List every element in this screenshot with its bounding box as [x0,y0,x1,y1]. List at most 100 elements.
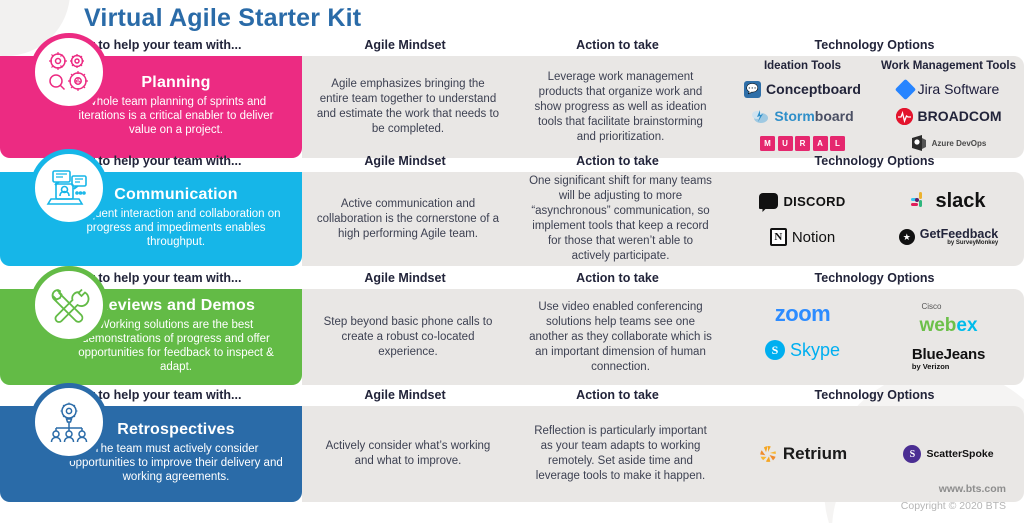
action-to-take-text: Leverage work management products that o… [534,70,707,143]
tools-wrench-screwdriver-icon [46,283,92,327]
footer-url[interactable]: www.bts.com [939,483,1006,495]
logo-label: slack [935,189,986,212]
topic-badge-planning [30,33,108,111]
mural-letter: M [760,135,775,151]
idea-team-icon [46,400,92,444]
tech-group-collab: slack ★ GetFeedback by SurveyMonkey [879,190,1019,248]
gears-analytics-icon [45,50,93,94]
logo-label: Skype [789,339,841,360]
infographic-canvas: Virtual Agile Starter Kit How to help yo… [0,0,1024,523]
column-header-technology: Technology Options [814,38,935,52]
agile-mindset-text: Active communication and collaboration i… [316,197,500,240]
broadcom-logo[interactable]: BROADCOM [895,105,1002,127]
zoom-logo[interactable]: zoom [774,301,831,327]
tech-group-video-2: Cisco webex BlueJeans by Verizon [879,303,1019,371]
tech-group-work-management: Work Management Tools Jira Software BROA… [879,60,1019,155]
section-body: Retrospectives The team must actively co… [0,406,1024,502]
column-header-technology: Technology Options [814,388,935,402]
cisco-webex-logo[interactable]: Cisco webex [919,302,978,337]
logo-label: Retrium [782,444,848,463]
conceptboard-icon: 💬 [744,80,762,98]
stormboard-icon [751,108,769,124]
column-headers: How to help your team with... Agile Mind… [0,150,1024,172]
getfeedback-icon: ★ [898,229,915,245]
tech-group-chat: DISCORD N Notion [733,190,873,248]
logo-label: GetFeedback [919,226,999,241]
skype-logo[interactable]: S Skype [764,339,841,361]
column-header-action: Action to take [576,388,659,402]
topic-subtitle: Whole team planning of sprints and itera… [78,95,274,136]
video-conference-icon [45,166,93,210]
logo-label: DISCORD [783,193,846,209]
detail-panel: Agile emphasizes bringing the entire tea… [302,56,1024,158]
scatterspoke-logo[interactable]: S ScatterSpoke [903,443,994,465]
retrium-logo[interactable]: Retrium [758,443,847,465]
section-body: Communication Frequent interaction and c… [0,172,1024,266]
scatterspoke-icon: S [903,445,922,463]
column-header-mindset: Agile Mindset [364,271,446,285]
logo-label: Azure DevOps [931,138,987,148]
stormboard-logo[interactable]: Stormboard [751,105,854,127]
mural-letter: R [795,135,810,151]
jira-icon [894,78,916,100]
tech-group-video-1: zoom S Skype [733,301,873,371]
logo-sublabel: by SurveyMonkey [947,240,999,247]
detail-panel: Actively consider what’s working and wha… [302,406,1024,502]
getfeedback-logo[interactable]: ★ GetFeedback by SurveyMonkey [898,226,999,248]
tech-group-ideation: Ideation Tools 💬 Conceptboard Stormboard [733,60,873,155]
section-body: Planning Whole team planning of sprints … [0,56,1024,158]
column-header-action: Action to take [576,154,659,168]
slack-icon [911,191,930,211]
logo-label-group: GetFeedback by SurveyMonkey [920,228,999,247]
topic-badge-communication [30,149,108,227]
column-header-technology: Technology Options [814,271,935,285]
technology-options: zoom S Skype Cisco webex BlueJeans by Ve… [727,289,1024,385]
logo-sublabel: by Verizon [911,362,950,372]
logo-label: BlueJeans [911,346,986,364]
broadcom-icon [895,107,913,125]
jira-software-logo[interactable]: Jira Software [894,78,1000,100]
tech-group-retro-1: Retrium [733,443,873,465]
logo-label: ScatterSpoke [926,448,994,460]
tech-group-heading: Ideation Tools [763,59,842,72]
slack-logo[interactable]: slack [911,189,986,212]
discord-icon [759,193,779,209]
detail-panel: Active communication and collaboration i… [302,172,1024,266]
logo-label: Jira Software [917,81,1000,98]
mural-letter: A [812,135,828,151]
agile-mindset-text: Agile emphasizes bringing the entire tea… [316,78,500,135]
tech-group-heading: Work Management Tools [880,59,1017,72]
column-header-action: Action to take [576,38,659,52]
action-to-take-text: Use video enabled conferencing solutions… [529,300,712,373]
logo-sublabel: Cisco [921,302,942,312]
logo-label: Conceptboard [766,81,861,98]
agile-mindset-text: Actively consider what’s working and wha… [325,440,491,467]
column-header-action: Action to take [576,271,659,285]
logo-label: Notion [791,228,836,246]
detail-panel: Step beyond basic phone calls to create … [302,289,1024,385]
action-to-take-text: Reflection is particularly important as … [534,425,707,482]
column-headers: How to help your team with... Agile Mind… [0,267,1024,289]
mural-letter: U [777,135,793,151]
column-headers: How to help your team with... Agile Mind… [0,384,1024,406]
tech-group-retro-2: S ScatterSpoke [879,443,1019,465]
skype-icon: S [764,340,785,361]
technology-options: Ideation Tools 💬 Conceptboard Stormboard [727,56,1024,158]
topic-badge-retrospectives [30,383,108,461]
logo-label: BROADCOM [917,108,1002,125]
column-header-technology: Technology Options [814,154,935,168]
bluejeans-logo[interactable]: BlueJeans by Verizon [912,347,985,371]
logo-label: webex [919,315,978,337]
section-body: Reviews and Demos Working solutions are … [0,289,1024,385]
discord-logo[interactable]: DISCORD [759,190,845,212]
logo-label: zoom [774,301,831,327]
footer-copyright: Copyright © 2020 BTS [900,500,1006,512]
page-title: Virtual Agile Starter Kit [84,4,362,32]
column-header-mindset: Agile Mindset [364,38,446,52]
notion-logo[interactable]: N Notion [769,226,836,248]
agile-mindset-text: Step beyond basic phone calls to create … [323,315,493,358]
conceptboard-logo[interactable]: 💬 Conceptboard [744,78,861,100]
column-header-mindset: Agile Mindset [364,388,446,402]
mural-letter: L [830,135,845,151]
logo-label: Stormboard [774,108,854,125]
